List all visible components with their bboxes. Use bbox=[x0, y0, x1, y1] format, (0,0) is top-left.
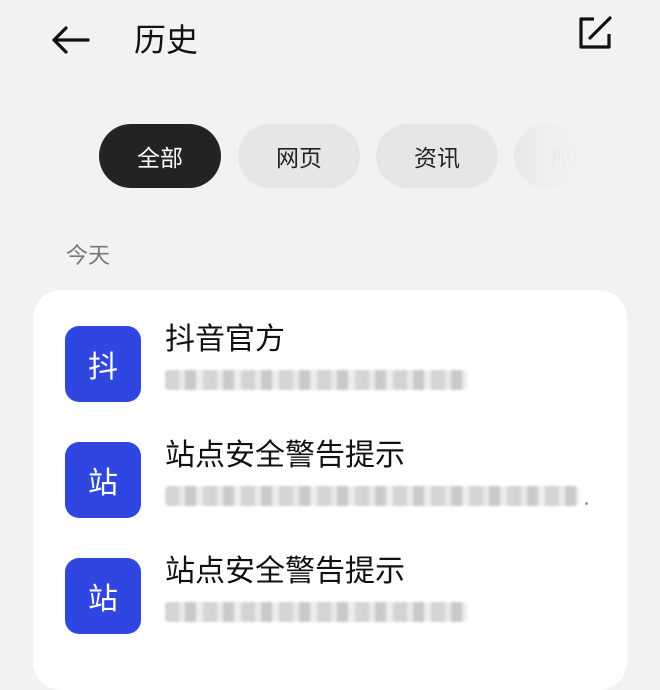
history-item-title: 站点安全警告提示 bbox=[165, 554, 405, 589]
tab-video[interactable]: 视 bbox=[514, 124, 636, 188]
site-favicon: 抖 bbox=[65, 326, 141, 402]
section-label-today: 今天 bbox=[66, 244, 111, 269]
site-favicon: 站 bbox=[65, 442, 141, 518]
site-favicon: 站 bbox=[65, 558, 141, 634]
history-item[interactable]: 抖 抖音官方 bbox=[33, 320, 627, 430]
tab-all[interactable]: 全部 bbox=[99, 124, 221, 188]
history-item-url-blurred bbox=[165, 486, 579, 506]
history-item-url-blurred bbox=[165, 370, 467, 390]
filter-tabs: 全部 网页 资讯 视 bbox=[0, 122, 660, 192]
edit-button[interactable] bbox=[572, 10, 618, 56]
arrow-left-icon bbox=[52, 26, 90, 54]
top-bar: 历史 bbox=[0, 0, 660, 90]
back-button[interactable] bbox=[44, 18, 96, 62]
tab-webpages[interactable]: 网页 bbox=[238, 124, 360, 188]
history-list: 抖 抖音官方 站 站点安全警告提示 站 站点安全警告提示 bbox=[33, 290, 627, 690]
history-item-url-blurred bbox=[165, 602, 467, 622]
history-item-title: 站点安全警告提示 bbox=[165, 438, 405, 473]
history-item[interactable]: 站 站点安全警告提示 bbox=[33, 436, 627, 546]
history-item[interactable]: 站 站点安全警告提示 bbox=[33, 552, 627, 662]
ellipsis-dot bbox=[585, 502, 588, 505]
page-title: 历史 bbox=[134, 21, 199, 59]
history-item-title: 抖音官方 bbox=[165, 322, 285, 357]
edit-square-icon bbox=[579, 16, 612, 49]
tab-news[interactable]: 资讯 bbox=[376, 124, 498, 188]
